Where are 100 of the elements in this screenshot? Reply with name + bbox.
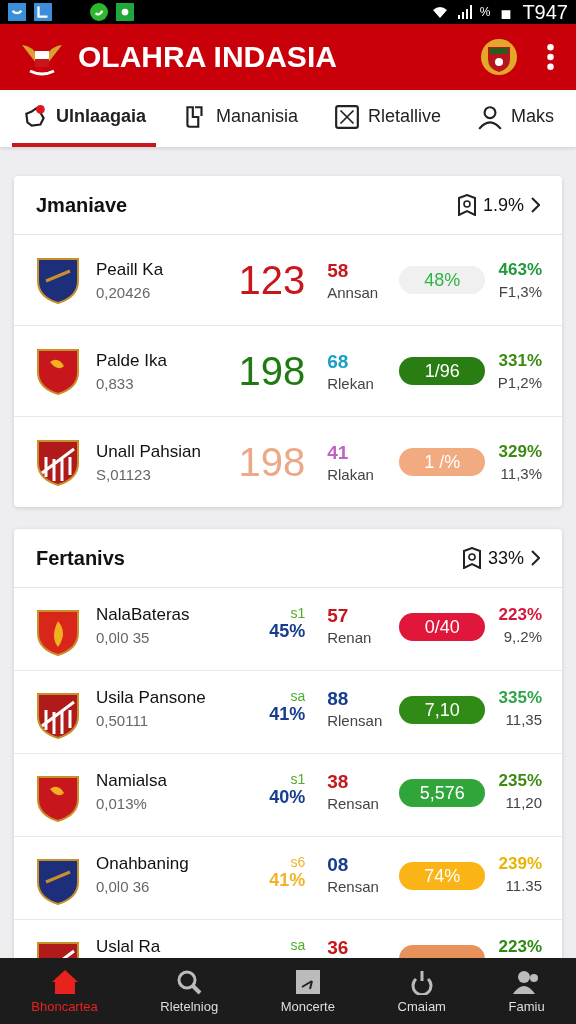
change-percent: 335%: [498, 688, 542, 708]
card-summary: 1.9%: [482, 194, 524, 216]
signal-icon: [455, 5, 472, 19]
small-label: sa: [290, 688, 306, 704]
card-title: Jmaniave: [36, 193, 129, 217]
team-crest-icon: [36, 437, 80, 487]
home-icon: [50, 968, 79, 995]
count: 38: [327, 771, 350, 793]
count-label: Rlekan: [327, 374, 375, 392]
chevron-right-icon[interactable]: [530, 197, 540, 213]
bookmark-icon: [461, 547, 482, 569]
nav-item[interactable]: Famiu: [500, 958, 553, 1024]
score: 123: [238, 257, 306, 303]
team-name: Onahbaning: [96, 854, 190, 874]
rate-pill: 0/40: [399, 613, 486, 641]
small-label: s1: [290, 771, 306, 787]
chevron-right-icon[interactable]: [530, 550, 540, 566]
count: 08: [327, 854, 350, 876]
team-code: 0,0l0 36: [96, 878, 151, 895]
team-crest-icon: [36, 346, 80, 396]
change-percent: 329%: [498, 442, 542, 462]
more-menu-icon[interactable]: [547, 44, 554, 70]
nav-item[interactable]: Bhoncartea: [23, 958, 106, 1024]
nav-item[interactable]: Rletelniog: [152, 958, 227, 1024]
team-crest-icon: [36, 773, 80, 823]
change-sub: 11,35: [505, 711, 542, 728]
count-label: Annsan: [327, 283, 380, 301]
team-crest-icon: [36, 856, 80, 906]
tab[interactable]: Mananisia: [171, 90, 308, 147]
change-percent: 331%: [498, 351, 542, 371]
app-title: OLAHRA INDASIA: [78, 40, 338, 74]
tab[interactable]: Maks: [466, 90, 564, 147]
app-icon: [116, 3, 134, 21]
team-name: Uslal Ra: [96, 937, 162, 957]
change-percent: 223%: [498, 937, 542, 957]
team-code: 0,013%: [96, 795, 148, 812]
count: 41: [327, 441, 350, 464]
nav-item[interactable]: Moncerte: [272, 958, 343, 1024]
crossed-box-icon: [333, 103, 360, 130]
count: 58: [327, 259, 350, 282]
crest-emblem-icon: [479, 37, 519, 77]
count-label: Renan: [327, 629, 373, 646]
count: 36: [327, 937, 350, 958]
person-icon: [476, 103, 503, 130]
clock: T947: [522, 0, 568, 24]
team-code: S,01123: [96, 465, 152, 483]
tab[interactable]: Ulnlaagaia: [11, 90, 156, 147]
team-code: 0,50111: [96, 712, 149, 729]
change-percent: 463%: [498, 260, 542, 280]
change-sub: 11,20: [505, 794, 542, 811]
change-sub: 9,.2%: [503, 628, 542, 645]
team-crest-icon: [36, 607, 80, 657]
share-percent: 41%: [269, 870, 306, 891]
score: 198: [238, 348, 306, 394]
team-name: NalaBateras: [96, 605, 191, 625]
change-sub: P1,2%: [497, 374, 542, 391]
change-sub: F1,3%: [498, 283, 542, 300]
small-label: s6: [290, 854, 306, 870]
app-icon: [8, 3, 26, 21]
change-sub: 11,3%: [500, 465, 542, 482]
rate-pill: 1/96: [399, 357, 486, 385]
people-icon: [512, 968, 541, 995]
count: 57: [327, 605, 350, 627]
change-percent: 223%: [498, 605, 542, 625]
card-summary: 33%: [487, 547, 524, 569]
tab[interactable]: Rletallive: [323, 90, 451, 147]
change-percent: 239%: [498, 854, 542, 874]
share-percent: 40%: [269, 787, 306, 808]
search-icon: [175, 968, 204, 995]
small-label: sa: [290, 937, 306, 953]
chat-icon: [90, 3, 108, 21]
rate-pill: 74%: [399, 862, 486, 890]
team-name: Usila Pansone: [96, 688, 207, 708]
count-label: Rensan: [327, 878, 380, 895]
battery-text: %: [479, 5, 491, 19]
change-percent: 235%: [498, 771, 542, 791]
bookmark-icon: [456, 194, 477, 216]
team-code: 0,20426: [96, 283, 152, 301]
count: 68: [327, 350, 350, 373]
team-name: Unall Pahsian: [96, 441, 202, 462]
team-code: 0,833: [96, 374, 135, 392]
team-code: 0,0l0 35: [96, 629, 151, 646]
change-sub: 11.35: [505, 877, 542, 894]
share-percent: 45%: [269, 621, 306, 642]
team-name: Peaill Ka: [96, 259, 165, 280]
count-label: Rlensan: [327, 712, 384, 729]
rate-pill: 7,10: [399, 696, 486, 724]
count: 88: [327, 688, 350, 710]
rate-pill: 48%: [399, 266, 486, 294]
card-title: Fertanivs: [36, 546, 126, 570]
count-label: Rlakan: [327, 465, 375, 483]
team-name: Palde Ika: [96, 350, 168, 371]
small-label: s1: [290, 605, 306, 621]
nav-item[interactable]: Cmaiam: [389, 958, 454, 1024]
share-percent: 41%: [269, 704, 306, 725]
rate-pill: 1 /%: [399, 448, 486, 476]
team-crest-icon: [36, 690, 80, 740]
wifi-icon: [431, 5, 448, 19]
team-name: Namialsa: [96, 771, 168, 791]
rate-pill: 5,576: [399, 779, 486, 807]
